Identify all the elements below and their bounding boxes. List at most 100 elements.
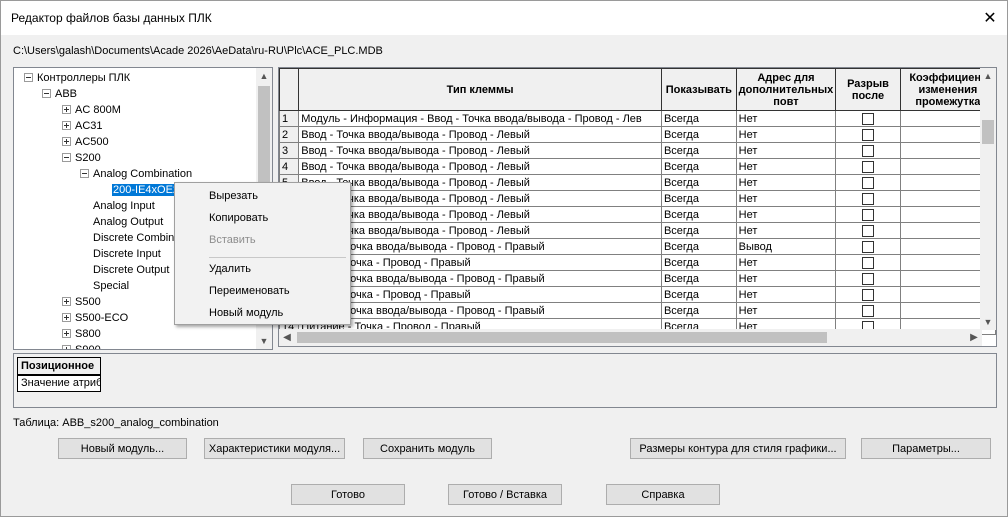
- menu-item-copy[interactable]: Копировать: [209, 208, 268, 228]
- new-module-button[interactable]: Новый модуль...: [58, 438, 187, 459]
- column-header[interactable]: Разрыв после: [835, 68, 901, 111]
- address-cell[interactable]: Нет: [735, 126, 837, 143]
- grid-vscroll-thumb[interactable]: [982, 120, 994, 144]
- break-after-checkbox[interactable]: [861, 288, 874, 301]
- tree-item[interactable]: S800: [62, 326, 102, 342]
- table-row[interactable]: 8Ввод - Точка ввода/вывода - Провод - Ле…: [279, 222, 996, 239]
- show-cell[interactable]: Всегда: [660, 238, 737, 255]
- terminal-type-cell[interactable]: Ввод - Точка ввода/вывода - Провод - Лев…: [298, 126, 662, 143]
- show-cell[interactable]: Всегда: [660, 174, 737, 191]
- show-cell[interactable]: Всегда: [660, 302, 737, 319]
- show-cell[interactable]: Всегда: [660, 110, 737, 127]
- table-row[interactable]: 4 Ввод - Точка ввода/вывода - Провод - Ле…: [279, 158, 996, 175]
- show-cell[interactable]: Всегда: [660, 286, 737, 303]
- column-header[interactable]: [279, 68, 300, 111]
- break-after-checkbox[interactable]: [861, 272, 874, 285]
- tree-item[interactable]: Analog Input: [80, 198, 156, 214]
- show-cell[interactable]: Всегда: [660, 206, 737, 223]
- terminal-type-cell[interactable]: Вывод - Точка ввода/вывода - Провод - Пр…: [298, 302, 662, 319]
- terminal-type-cell[interactable]: Вывод - Точка - Провод - Правый: [298, 254, 662, 271]
- grid-vertical-scrollbar[interactable]: ▲ ▼: [980, 68, 996, 330]
- terminal-type-cell[interactable]: Ввод - Точка ввода/вывода - Провод - Лев…: [298, 190, 662, 207]
- tree-item[interactable]: 200-IE4xOE2: [100, 182, 181, 198]
- tree-item[interactable]: Special: [80, 278, 130, 294]
- expand-plus-icon[interactable]: [62, 328, 71, 338]
- collapse-minus-icon[interactable]: [24, 72, 33, 82]
- parameters-button[interactable]: Параметры...: [861, 438, 991, 459]
- address-cell[interactable]: Нет: [735, 286, 837, 303]
- tree-item[interactable]: S200: [62, 150, 102, 166]
- expand-plus-icon[interactable]: [62, 312, 71, 322]
- grid-scroll-down-arrow-icon[interactable]: ▼: [980, 314, 996, 330]
- expand-plus-icon[interactable]: [62, 344, 71, 349]
- tree-item[interactable]: AC31: [62, 118, 104, 134]
- outline-sizes-button[interactable]: Размеры контура для стиля графики...: [630, 438, 846, 459]
- column-header[interactable]: Тип клеммы: [298, 68, 662, 111]
- help-button[interactable]: Справка: [606, 484, 720, 505]
- tree-item[interactable]: ABB: [42, 86, 78, 102]
- tree-item[interactable]: Discrete Input: [80, 246, 162, 262]
- terminal-type-cell[interactable]: Ввод - Точка ввода/вывода - Провод - Лев…: [298, 142, 662, 159]
- show-cell[interactable]: Всегда: [660, 142, 737, 159]
- terminal-grid[interactable]: Тип клеммы Показывать Адрес для дополнител…: [278, 67, 997, 347]
- table-row[interactable]: 9Вывод - Точка ввода/вывода - Провод - П…: [279, 238, 996, 255]
- tree-item[interactable]: Discrete Output: [80, 262, 170, 278]
- table-row[interactable]: 6Ввод - Точка ввода/вывода - Провод - Ле…: [279, 190, 996, 207]
- close-button[interactable]: ✕: [973, 1, 1007, 35]
- terminal-type-cell[interactable]: Ввод - Точка ввода/вывода - Провод - Лев…: [298, 206, 662, 223]
- terminal-type-cell[interactable]: Ввод - Точка ввода/вывода - Провод - Лев…: [298, 158, 662, 175]
- break-after-checkbox[interactable]: [861, 128, 874, 141]
- address-cell[interactable]: Нет: [735, 254, 837, 271]
- break-after-checkbox[interactable]: [861, 256, 874, 269]
- break-after-checkbox[interactable]: [861, 224, 874, 237]
- table-row[interactable]: 13Вывод - Точка ввода/вывода - Провод - …: [279, 302, 996, 319]
- address-cell[interactable]: Нет: [735, 190, 837, 207]
- scroll-up-arrow-icon[interactable]: ▲: [256, 68, 272, 84]
- scroll-right-arrow-icon[interactable]: ▶: [966, 329, 982, 346]
- show-cell[interactable]: Всегда: [660, 254, 737, 271]
- table-row[interactable]: 3 Ввод - Точка ввода/вывода - Провод - Ле…: [279, 142, 996, 159]
- done-insert-button[interactable]: Готово / Вставка: [448, 484, 562, 505]
- menu-item-cut[interactable]: Вырезать: [209, 186, 258, 206]
- break-after-checkbox[interactable]: [861, 240, 874, 253]
- tree-item[interactable]: AC500: [62, 134, 110, 150]
- address-cell[interactable]: Вывод: [735, 238, 837, 255]
- expand-plus-icon[interactable]: [62, 136, 71, 146]
- expand-plus-icon[interactable]: [62, 104, 71, 114]
- terminal-type-cell[interactable]: Модуль - Информация - Ввод - Точка ввода…: [298, 110, 662, 127]
- collapse-minus-icon[interactable]: [62, 152, 71, 162]
- scroll-down-arrow-icon[interactable]: ▼: [256, 333, 272, 349]
- tree-item[interactable]: Analog Combination: [80, 166, 193, 182]
- expand-plus-icon[interactable]: [62, 296, 71, 306]
- terminal-type-cell[interactable]: Ввод - Точка ввода/вывода - Провод - Лев…: [298, 222, 662, 239]
- table-row[interactable]: 11Вывод - Точка ввода/вывода - Провод - …: [279, 270, 996, 287]
- terminal-type-cell[interactable]: Вывод - Точка ввода/вывода - Провод - Пр…: [298, 238, 662, 255]
- break-after-checkbox[interactable]: [861, 144, 874, 157]
- break-after-checkbox[interactable]: [861, 176, 874, 189]
- collapse-minus-icon[interactable]: [42, 88, 51, 98]
- done-button[interactable]: Готово: [291, 484, 405, 505]
- column-header[interactable]: Показывать: [660, 68, 737, 111]
- attribute-value-cell[interactable]: Значение атриб: [17, 375, 101, 392]
- address-cell[interactable]: Нет: [735, 222, 837, 239]
- break-after-checkbox[interactable]: [861, 192, 874, 205]
- grid-horizontal-scrollbar[interactable]: ◀ ▶: [279, 329, 982, 346]
- module-properties-button[interactable]: Характеристики модуля...: [204, 438, 345, 459]
- menu-item-rename[interactable]: Переименовать: [209, 281, 290, 301]
- expand-plus-icon[interactable]: [62, 120, 71, 130]
- tree-item[interactable]: Discrete Combina: [80, 230, 181, 246]
- table-row[interactable]: 1 Модуль - Информация - Ввод - Точка ввод…: [279, 110, 996, 127]
- table-row[interactable]: 5Ввод - Точка ввода/вывода - Провод - Ле…: [279, 174, 996, 191]
- menu-item-delete[interactable]: Удалить: [209, 259, 251, 279]
- grid-hscroll-thumb[interactable]: [297, 332, 827, 343]
- column-header[interactable]: Адрес для дополнительных повт: [735, 68, 837, 111]
- show-cell[interactable]: Всегда: [660, 126, 737, 143]
- collapse-minus-icon[interactable]: [80, 168, 89, 178]
- tree-item[interactable]: AC 800M: [62, 102, 122, 118]
- terminal-type-cell[interactable]: Ввод - Точка ввода/вывода - Провод - Лев…: [298, 174, 662, 191]
- address-cell[interactable]: Нет: [735, 270, 837, 287]
- break-after-checkbox[interactable]: [861, 304, 874, 317]
- show-cell[interactable]: Всегда: [660, 158, 737, 175]
- tree-item[interactable]: S500: [62, 294, 102, 310]
- address-cell[interactable]: Нет: [735, 142, 837, 159]
